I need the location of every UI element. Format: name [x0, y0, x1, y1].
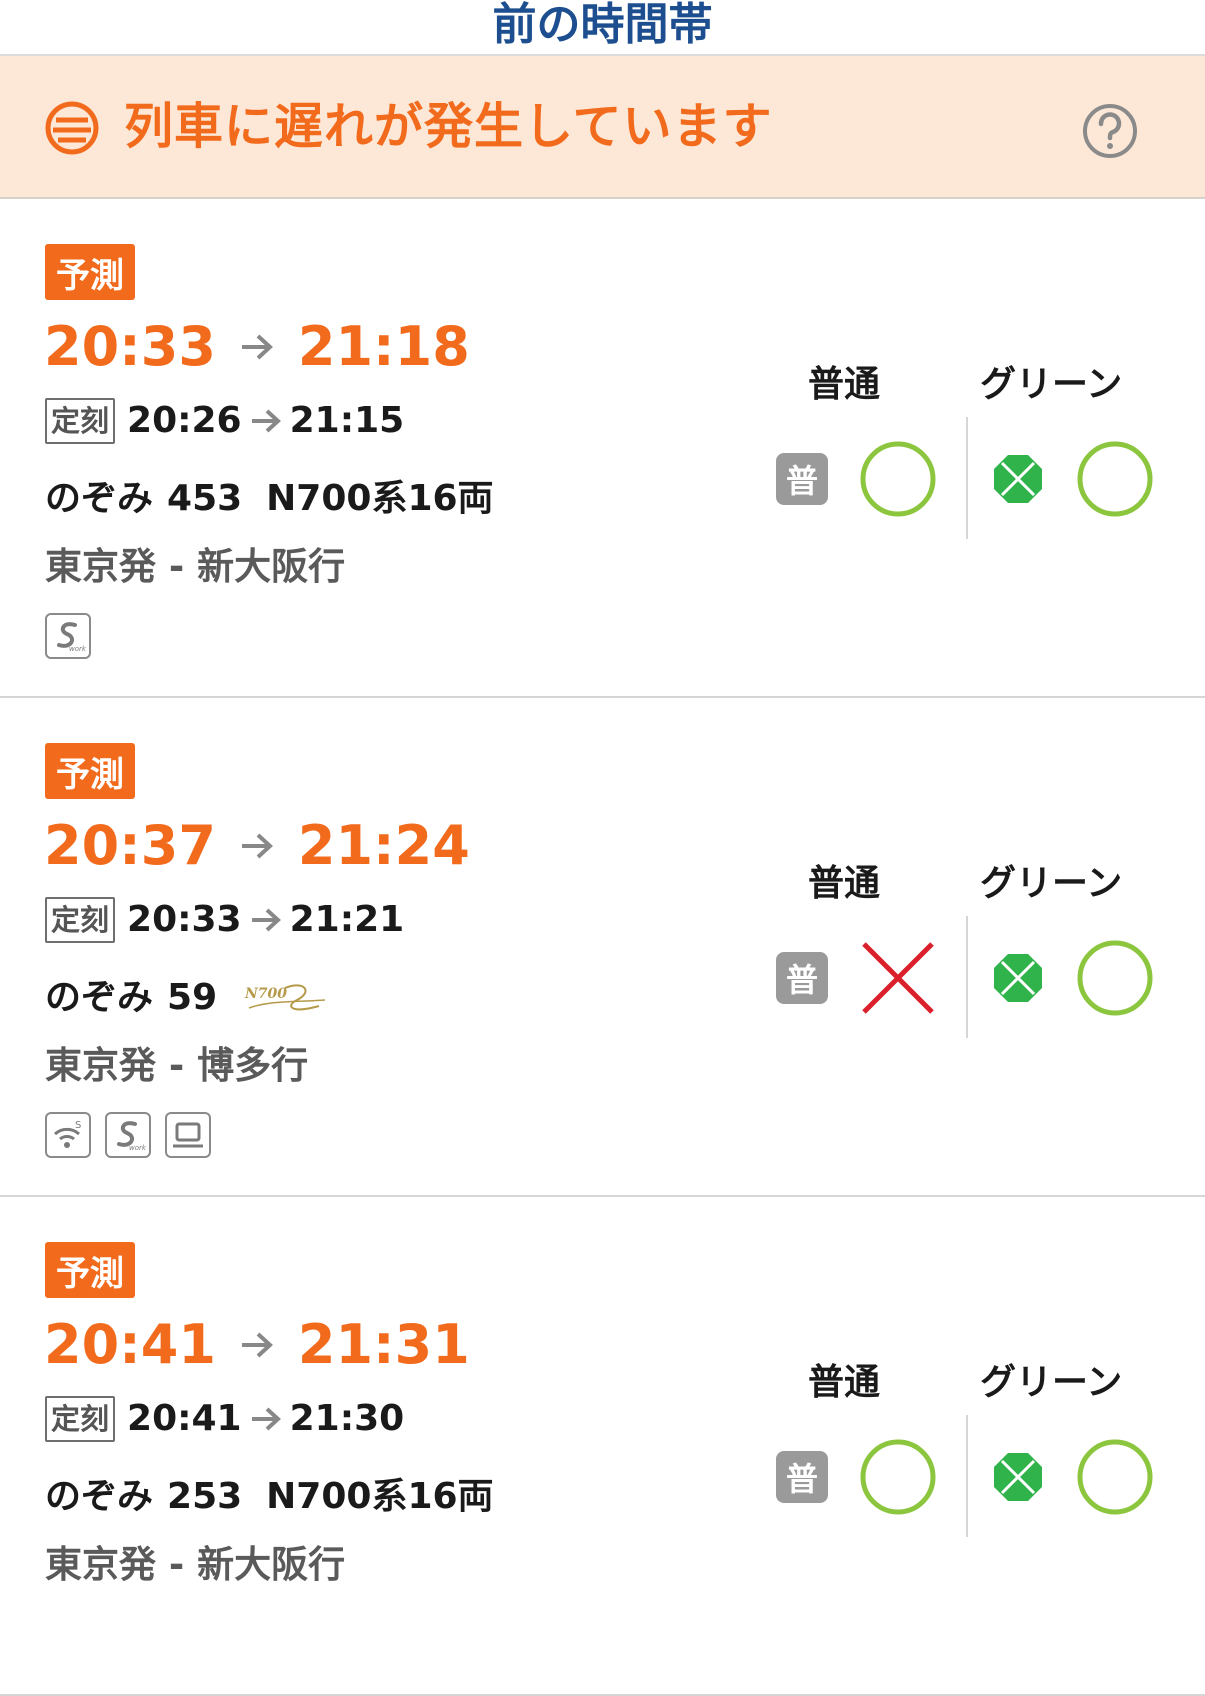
help-icon[interactable] [1081, 102, 1139, 160]
predicted-times: 20:37 21:24 [44, 813, 470, 879]
s-work-icon: work [105, 1112, 151, 1158]
scheduled-badge: 定刻 [45, 897, 116, 943]
train-row[interactable]: 予測 20:37 21:24 定刻 20:33 21:21 のぞみ 59 N70… [0, 698, 1205, 1197]
arrow-right-icon [251, 1407, 281, 1431]
predicted-badge: 予測 [45, 743, 135, 799]
ordinary-car-icon: 普 [776, 1451, 828, 1503]
ordinary-car-icon: 普 [776, 453, 828, 505]
scheduled-arrival: 21:15 [289, 400, 405, 441]
scheduled-departure: 20:41 [127, 1398, 242, 1439]
amenity-icons: work [45, 613, 91, 659]
predicted-arrival: 21:18 [297, 315, 470, 378]
train-cars: N700系16両 [266, 1476, 494, 1517]
train-type: のぞみ [45, 977, 154, 1018]
delay-message: 列車に遅れが発生しています [124, 98, 773, 155]
train-name: のぞみ 453 N700系16両 [45, 475, 494, 523]
delay-train-icon [45, 101, 99, 155]
svg-text:S: S [75, 1120, 81, 1131]
svg-text:N700: N700 [244, 986, 287, 1002]
arrow-right-icon [241, 833, 273, 859]
train-row[interactable]: 予測 20:41 21:31 定刻 20:41 21:30 のぞみ 253 N7… [0, 1197, 1205, 1696]
scheduled-badge: 定刻 [45, 1396, 116, 1442]
predicted-departure: 20:33 [44, 315, 216, 378]
seat-divider [966, 916, 968, 1038]
train-name: のぞみ 59 N700 [45, 974, 327, 1022]
scheduled-arrival: 21:30 [289, 1398, 405, 1439]
delay-banner[interactable]: 列車に遅れが発生しています [0, 56, 1205, 199]
previous-time-link[interactable]: 前の時間帯 [0, 0, 1205, 56]
train-number: 453 [167, 478, 243, 519]
arrow-right-icon [251, 409, 281, 433]
train-number: 253 [167, 1476, 243, 1517]
predicted-arrival: 21:24 [297, 814, 470, 877]
previous-time-label: 前の時間帯 [492, 0, 713, 50]
ordinary-unavailable-cross-icon [862, 942, 934, 1014]
scheduled-badge: 定刻 [45, 398, 116, 444]
train-row[interactable]: 予測 20:33 21:18 定刻 20:26 21:15 のぞみ 453 N7… [0, 199, 1205, 698]
train-name: のぞみ 253 N700系16両 [45, 1473, 494, 1521]
ordinary-car-icon: 普 [776, 952, 828, 1004]
predicted-times: 20:41 21:31 [44, 1312, 470, 1378]
predicted-times: 20:33 21:18 [44, 314, 470, 380]
amenity-icons: S work [45, 1112, 211, 1158]
train-type: のぞみ [45, 1476, 154, 1517]
green-car-icon [994, 455, 1042, 503]
ordinary-available-circle-icon[interactable] [858, 439, 938, 519]
laptop-icon [165, 1112, 211, 1158]
green-seat-header: グリーン [980, 1362, 1123, 1403]
scheduled-arrival: 21:21 [289, 899, 405, 940]
green-seat-header: グリーン [980, 863, 1123, 904]
ordinary-seat-header: 普通 [808, 863, 881, 904]
scheduled-departure: 20:26 [127, 400, 242, 441]
scheduled-times: 定刻 20:26 21:15 [45, 397, 404, 445]
train-cars: N700系16両 [266, 478, 494, 519]
predicted-departure: 20:37 [44, 814, 216, 877]
seat-divider [966, 417, 968, 539]
arrow-right-icon [251, 908, 281, 932]
train-number: 59 [167, 977, 218, 1018]
green-available-circle-icon[interactable] [1075, 938, 1155, 1018]
seat-divider [966, 1415, 968, 1537]
predicted-badge: 予測 [45, 1242, 135, 1298]
train-route: 東京発 - 新大阪行 [45, 545, 346, 588]
train-type: のぞみ [45, 478, 154, 519]
svg-text:work: work [69, 645, 87, 653]
arrow-right-icon [241, 334, 273, 360]
green-available-circle-icon[interactable] [1075, 1437, 1155, 1517]
n700s-logo-icon: N700 [244, 984, 326, 1011]
green-seat-header: グリーン [980, 364, 1123, 405]
train-route: 東京発 - 新大阪行 [45, 1543, 346, 1586]
predicted-badge: 予測 [45, 244, 135, 300]
ordinary-seat-header: 普通 [808, 364, 881, 405]
predicted-departure: 20:41 [44, 1313, 216, 1376]
train-route: 東京発 - 博多行 [45, 1044, 309, 1087]
scheduled-times: 定刻 20:41 21:30 [45, 1395, 404, 1443]
ordinary-available-circle-icon[interactable] [858, 1437, 938, 1517]
predicted-arrival: 21:31 [297, 1313, 470, 1376]
svg-text:work: work [129, 1144, 147, 1152]
green-car-icon [994, 1453, 1042, 1501]
arrow-right-icon [241, 1332, 273, 1358]
scheduled-departure: 20:33 [127, 899, 242, 940]
wifi-icon: S [45, 1112, 91, 1158]
scheduled-times: 定刻 20:33 21:21 [45, 896, 404, 944]
green-car-icon [994, 954, 1042, 1002]
green-available-circle-icon[interactable] [1075, 439, 1155, 519]
s-work-icon: work [45, 613, 91, 659]
ordinary-seat-header: 普通 [808, 1362, 881, 1403]
